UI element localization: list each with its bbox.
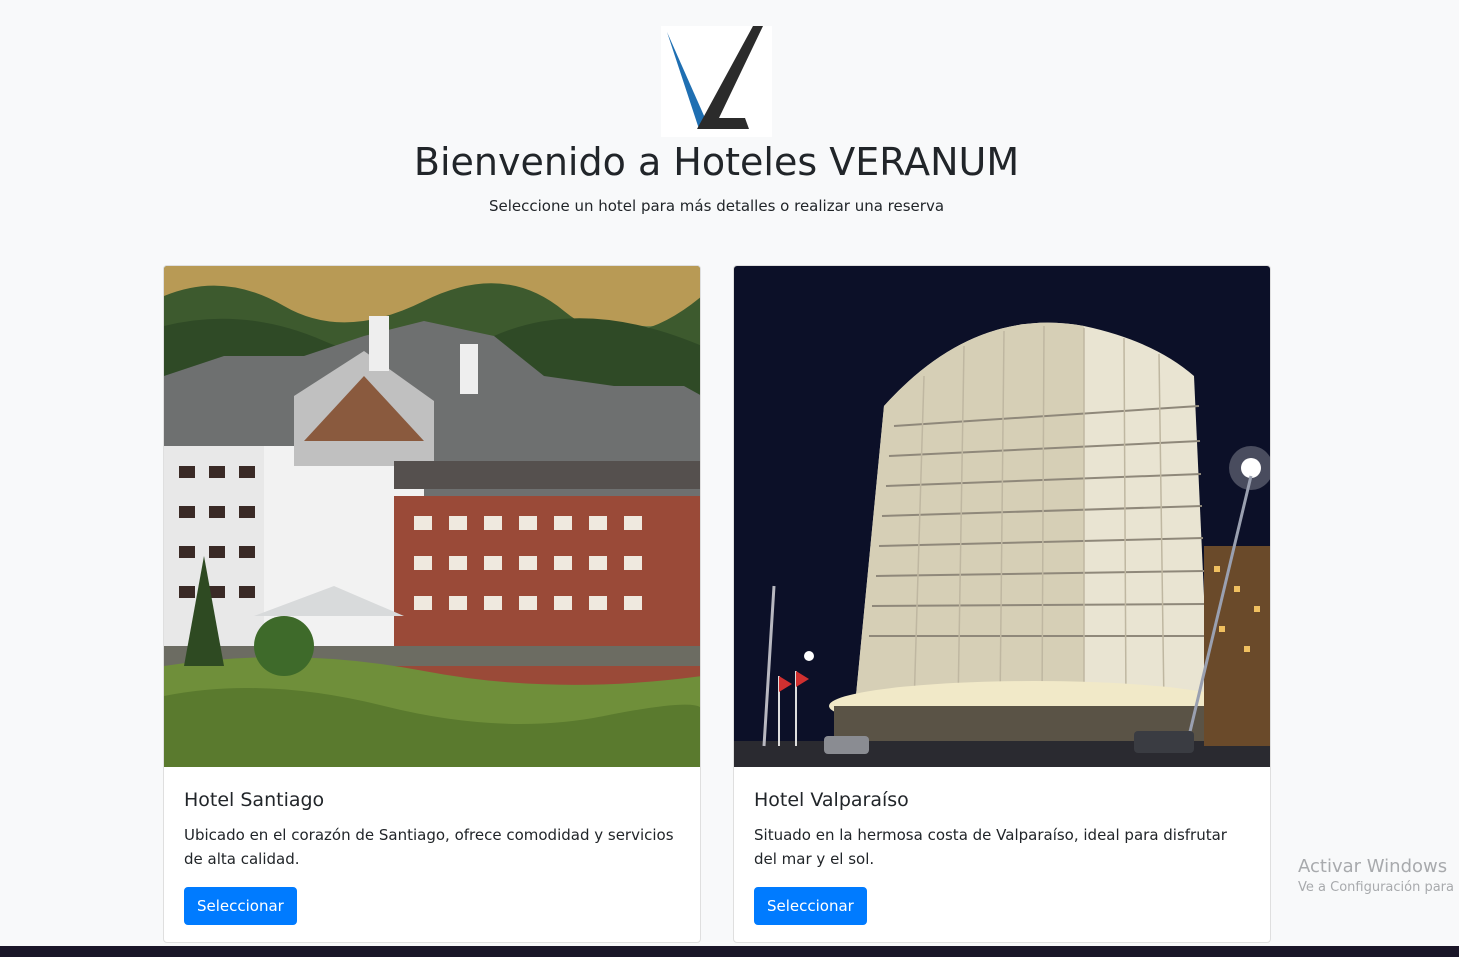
page-subtitle: Seleccione un hotel para más detalles o … — [488, 197, 945, 215]
hotel-card-description: Situado en la hermosa costa de Valparaís… — [754, 826, 1227, 868]
hotel-valparaiso-image — [734, 266, 1270, 767]
watermark-subtitle: Ve a Configuración para — [1298, 880, 1454, 895]
veranum-logo — [661, 26, 772, 137]
hotel-card-valparaiso: Hotel Valparaíso Situado en la hermosa c… — [733, 265, 1271, 943]
hotel-santiago-image — [164, 266, 700, 767]
select-hotel-valparaiso-button[interactable]: Seleccionar — [754, 887, 867, 925]
page-title: Bienvenido a Hoteles VERANUM — [413, 140, 1020, 184]
hotel-card-santiago: Hotel Santiago Ubicado en el corazón de … — [163, 265, 701, 943]
watermark-title: Activar Windows — [1298, 856, 1448, 877]
hotel-card-title: Hotel Santiago — [184, 789, 325, 811]
taskbar — [0, 946, 1459, 957]
hotel-card-title: Hotel Valparaíso — [754, 789, 909, 811]
select-hotel-santiago-button[interactable]: Seleccionar — [184, 887, 297, 925]
windows-activation-watermark: Activar Windows Ve a Configuración para — [1298, 855, 1459, 897]
hotel-card-description: Ubicado en el corazón de Santiago, ofrec… — [184, 826, 674, 868]
